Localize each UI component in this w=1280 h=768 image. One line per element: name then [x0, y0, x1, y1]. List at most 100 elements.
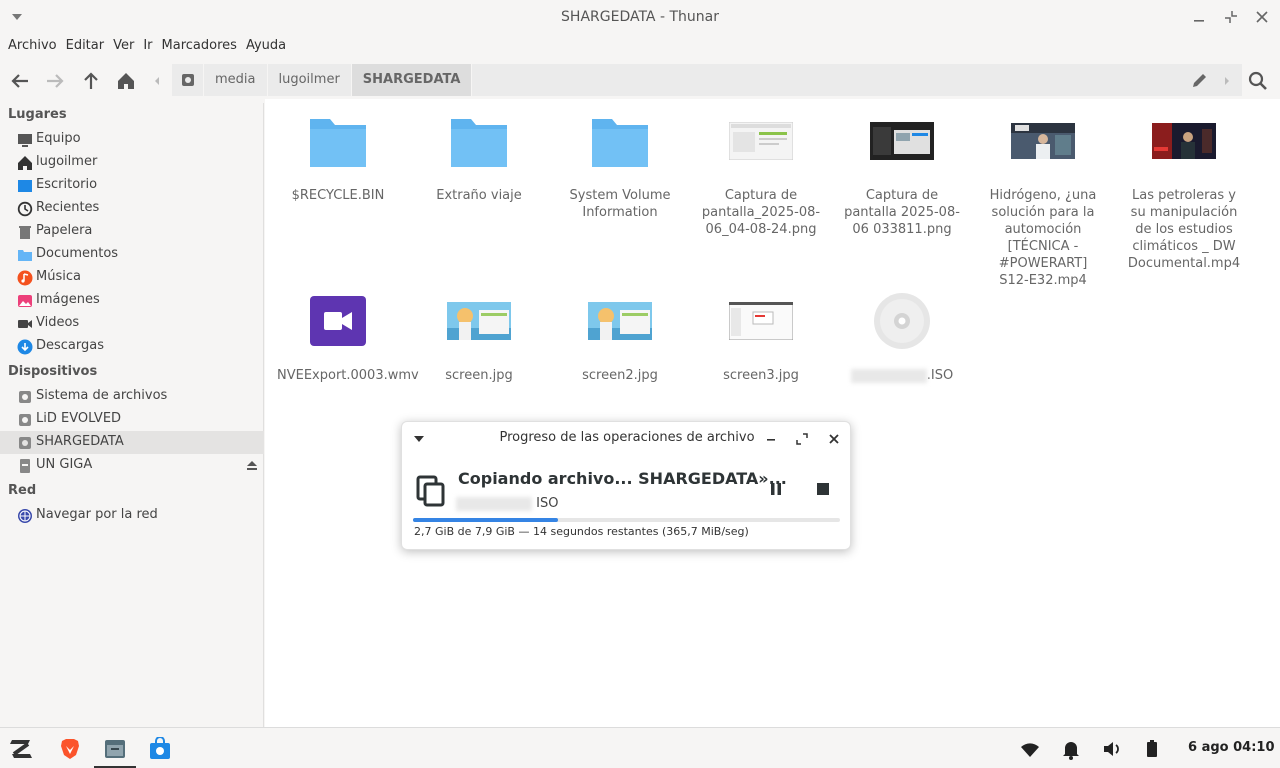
- search-icon[interactable]: [1247, 70, 1269, 92]
- toolbar: media lugoilmer SHARGEDATA: [0, 63, 1280, 99]
- volume-icon[interactable]: [1102, 737, 1122, 761]
- image-thumbnail-icon: [870, 122, 934, 160]
- minimize-icon[interactable]: [764, 432, 778, 446]
- drive-icon: [19, 414, 31, 426]
- sidebar-item-label: UN GIGA: [36, 457, 93, 472]
- file-view: $RECYCLE.BIN Extraño viaje System Volume…: [265, 99, 1280, 727]
- sidebar-item-papelera[interactable]: Papelera: [0, 220, 264, 243]
- file-item[interactable]: screen.jpg: [414, 289, 544, 384]
- crumb-media[interactable]: media: [204, 64, 268, 96]
- file-name: screen3.jpg: [723, 368, 799, 383]
- sidebar-item-label: Descargas: [36, 338, 105, 353]
- sidebar-item-un-giga[interactable]: UN GIGA: [0, 454, 264, 477]
- software-store-icon[interactable]: [148, 737, 172, 761]
- file-item[interactable]: Captura de pantalla_2025-08-06_04-08-24.…: [696, 109, 826, 238]
- file-item[interactable]: Hidrógeno, ¿una solución para la automoc…: [978, 109, 1108, 289]
- file-item[interactable]: Extraño viaje: [414, 109, 544, 204]
- taskbar: 6 ago 04:10: [0, 727, 1280, 768]
- sidebar-item-escritorio[interactable]: Escritorio: [0, 174, 264, 197]
- file-item[interactable]: System Volume Information: [555, 109, 685, 221]
- file-name: $RECYCLE.BIN: [291, 188, 385, 203]
- documents-folder-icon: [18, 250, 32, 261]
- sidebar-item-lid-evolved[interactable]: LiD EVOLVED: [0, 408, 264, 431]
- file-item[interactable]: Las petroleras y su manipulación de los …: [1119, 109, 1249, 272]
- desktop-icon: [18, 180, 32, 192]
- stop-icon[interactable]: [815, 481, 831, 497]
- back-icon[interactable]: [9, 70, 31, 92]
- close-icon[interactable]: [1254, 9, 1270, 25]
- breadcrumb: media lugoilmer SHARGEDATA: [172, 64, 1242, 96]
- sidebar-item-descargas[interactable]: Descargas: [0, 335, 264, 358]
- up-icon[interactable]: [80, 70, 102, 92]
- operation-title: Copiando archivo... SHARGEDATA»...: [458, 469, 787, 488]
- pictures-icon: [18, 295, 32, 307]
- chevron-right-icon[interactable]: [1221, 70, 1233, 92]
- progress-bar-fill: [413, 518, 559, 522]
- pause-icon[interactable]: [768, 481, 784, 497]
- file-item[interactable]: NVEExport.0003.wmv: [273, 289, 419, 384]
- file-item[interactable]: screen3.jpg: [696, 289, 826, 384]
- eject-icon[interactable]: [246, 459, 258, 471]
- menu-ir[interactable]: Ir: [143, 38, 152, 58]
- menu-marcadores[interactable]: Marcadores: [162, 38, 237, 58]
- sidebar-item-lugoilmer[interactable]: lugoilmer: [0, 151, 264, 174]
- sidebar-item-label: Sistema de archivos: [36, 388, 168, 403]
- sidebar-item-label: Recientes: [36, 200, 100, 215]
- drive-crumb[interactable]: [172, 64, 204, 96]
- battery-icon[interactable]: [1143, 737, 1161, 761]
- sidebar-item-imagenes[interactable]: Imágenes: [0, 289, 264, 312]
- sidebar-item-label: Documentos: [36, 246, 119, 261]
- sidebar-item-label: Papelera: [36, 223, 93, 238]
- crumb-lugoilmer[interactable]: lugoilmer: [268, 64, 352, 96]
- window-title: SHARGEDATA - Thunar: [561, 9, 719, 25]
- edit-location-icon[interactable]: [1189, 70, 1209, 92]
- menu-ver[interactable]: Ver: [113, 38, 134, 58]
- folder-icon: [592, 119, 648, 167]
- clock-icon: [17, 201, 33, 217]
- sidebar-item-sistema-de-archivos[interactable]: Sistema de archivos: [0, 385, 264, 408]
- clock[interactable]: 6 ago 04:10: [1188, 740, 1275, 755]
- file-name: Extraño viaje: [436, 188, 522, 203]
- sidebar-item-label: LiD EVOLVED: [36, 411, 122, 426]
- brave-browser-icon[interactable]: [58, 737, 82, 761]
- disc-image-icon: [874, 293, 930, 349]
- sidebar-item-documentos[interactable]: Documentos: [0, 243, 264, 266]
- sidebar-item-equipo[interactable]: Equipo: [0, 128, 264, 151]
- wifi-icon[interactable]: [1020, 737, 1040, 761]
- home-icon[interactable]: [115, 70, 137, 92]
- file-item[interactable]: Captura de pantalla 2025-08-06 033811.pn…: [837, 109, 967, 238]
- sidebar-item-recientes[interactable]: Recientes: [0, 197, 264, 220]
- zorin-menu-icon[interactable]: [8, 737, 34, 761]
- home-icon: [18, 156, 32, 170]
- file-item[interactable]: $RECYCLE.BIN: [273, 109, 403, 204]
- maximize-icon[interactable]: [1223, 9, 1239, 25]
- file-name: Captura de pantalla_2025-08-06_04-08-24.…: [701, 188, 821, 237]
- usb-drive-icon: [20, 459, 30, 473]
- crumb-shargedata[interactable]: SHARGEDATA: [351, 64, 473, 96]
- menu-archivo[interactable]: Archivo: [8, 38, 57, 58]
- sidebar-item-label: Navegar por la red: [36, 507, 158, 522]
- progress-dialog: Progreso de las operaciones de archivo C…: [401, 421, 851, 550]
- minimize-icon[interactable]: [1191, 9, 1207, 25]
- sidebar-item-musica[interactable]: Música: [0, 266, 264, 289]
- sidebar-item-shargedata[interactable]: SHARGEDATA: [0, 431, 264, 454]
- sidebar-item-navegar-red[interactable]: Navegar por la red: [0, 504, 264, 527]
- file-item[interactable]: .ISO: [837, 289, 967, 384]
- image-thumbnail-icon: [729, 122, 793, 160]
- file-item[interactable]: screen2.jpg: [555, 289, 685, 384]
- sidebar-item-label: Escritorio: [36, 177, 98, 192]
- close-icon[interactable]: [827, 432, 841, 446]
- chevron-left-icon[interactable]: [150, 70, 164, 92]
- menu-bar: Archivo Editar Ver Ir Marcadores Ayuda: [0, 38, 287, 58]
- notifications-bell-icon[interactable]: [1061, 737, 1081, 761]
- maximize-icon[interactable]: [795, 432, 809, 446]
- forward-icon[interactable]: [44, 70, 66, 92]
- file-name: System Volume Information: [569, 188, 671, 220]
- download-icon: [17, 339, 33, 355]
- sidebar-item-videos[interactable]: Videos: [0, 312, 264, 335]
- menu-editar[interactable]: Editar: [66, 38, 105, 58]
- drive-icon: [19, 391, 31, 403]
- network-globe-icon: [18, 509, 32, 523]
- menu-ayuda[interactable]: Ayuda: [246, 38, 286, 58]
- file-manager-icon[interactable]: [103, 737, 127, 761]
